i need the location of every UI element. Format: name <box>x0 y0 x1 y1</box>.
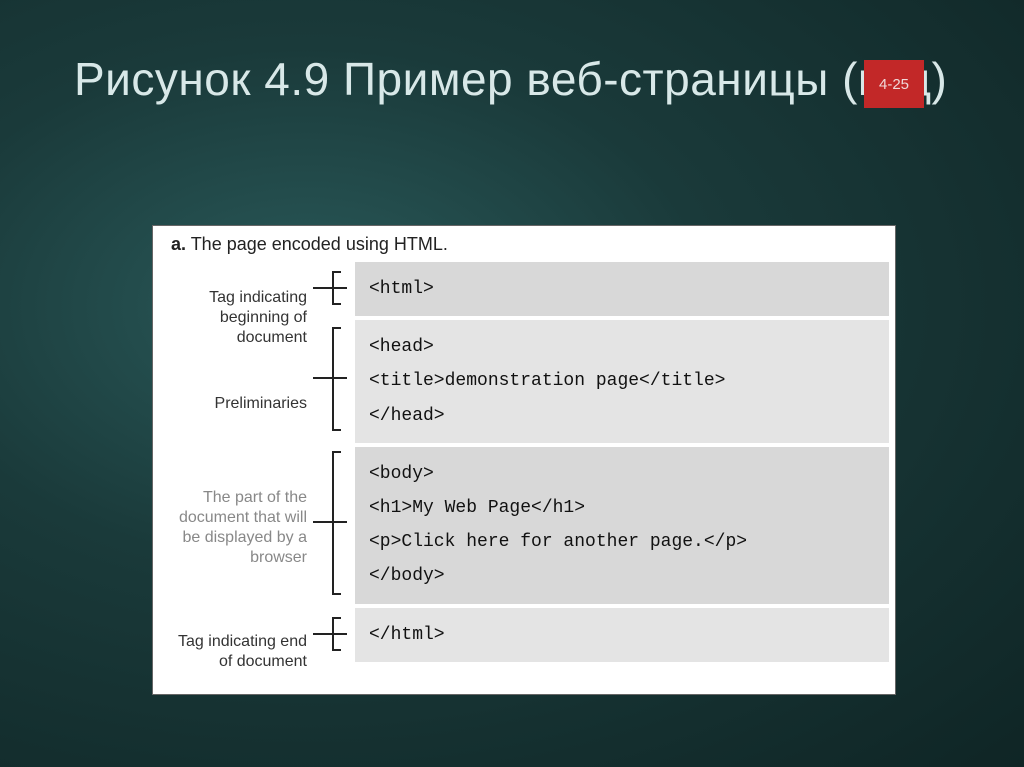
code-line: <html> <box>369 272 875 306</box>
caption-label: a. <box>171 234 186 254</box>
figure-panel: a. The page encoded using HTML. Tag indi… <box>152 225 896 695</box>
code-line: <h1>My Web Page</h1> <box>369 491 875 525</box>
figure-caption: a. The page encoded using HTML. <box>171 234 448 255</box>
code-block-html-open: <html> <box>355 262 889 316</box>
annotation-begin: Tag indicating beginning of document <box>177 288 307 348</box>
bracket-icon-1 <box>313 270 355 306</box>
code-line: </head> <box>369 399 875 433</box>
annotation-end: Tag indicating end of document <box>167 632 307 672</box>
code-line: <body> <box>369 457 875 491</box>
code-block-html-close: </html> <box>355 608 889 662</box>
code-column: <html> <head> <title>demonstration page<… <box>355 262 889 688</box>
bracket-icon-2 <box>313 326 355 432</box>
code-block-body: <body> <h1>My Web Page</h1> <p>Click her… <box>355 447 889 604</box>
bracket-icon-4 <box>313 616 355 652</box>
code-block-head: <head> <title>demonstration page</title>… <box>355 320 889 443</box>
code-line: <title>demonstration page</title> <box>369 364 875 398</box>
caption-text: The page encoded using HTML. <box>186 234 448 254</box>
code-line: <head> <box>369 330 875 364</box>
annotation-body: The part of the document that will be di… <box>167 488 307 568</box>
slide-title: Рисунок 4.9 Пример веб-страницы (код) <box>74 52 947 107</box>
code-line: </html> <box>369 618 875 652</box>
code-line: </body> <box>369 559 875 593</box>
slide-number-badge: 4-25 <box>864 60 924 108</box>
bracket-icon-3 <box>313 450 355 596</box>
code-line: <p>Click here for another page.</p> <box>369 525 875 559</box>
annotation-preliminaries: Preliminaries <box>215 394 307 414</box>
